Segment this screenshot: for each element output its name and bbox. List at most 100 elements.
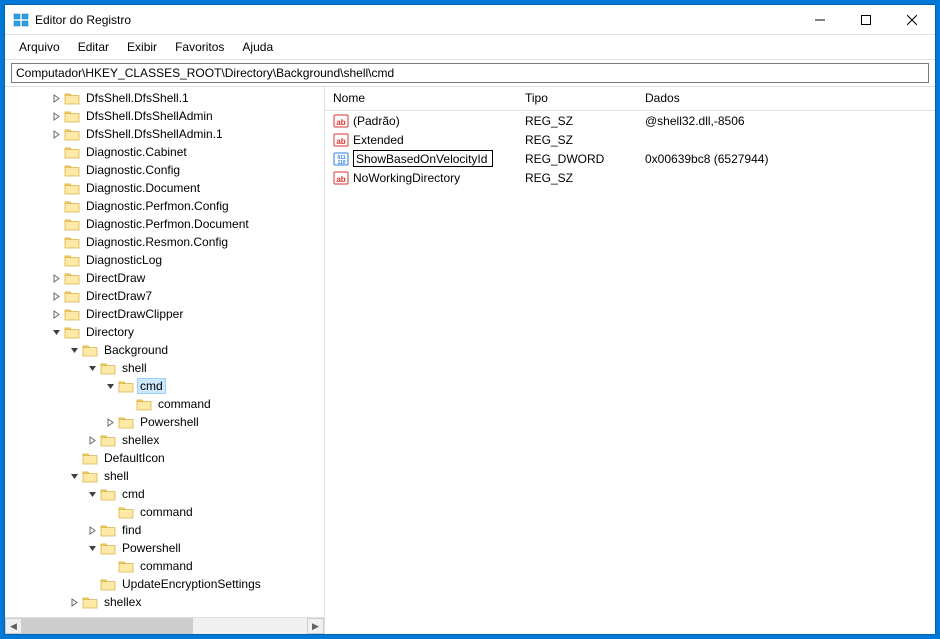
tree-node[interactable]: Diagnostic.Resmon.Config bbox=[7, 233, 324, 251]
column-header-data[interactable]: Dados bbox=[637, 87, 935, 110]
tree-pane[interactable]: DfsShell.DfsShell.1DfsShell.DfsShellAdmi… bbox=[5, 87, 325, 634]
expand-icon[interactable] bbox=[85, 433, 99, 447]
maximize-button[interactable] bbox=[843, 5, 889, 35]
tree-node[interactable]: cmd bbox=[7, 485, 324, 503]
tree-node-label: Diagnostic.Perfmon.Document bbox=[84, 217, 251, 231]
tree-node[interactable]: Diagnostic.Document bbox=[7, 179, 324, 197]
tree-node[interactable]: shell bbox=[7, 359, 324, 377]
tree-node-label: DiagnosticLog bbox=[84, 253, 164, 267]
folder-icon bbox=[64, 325, 80, 339]
tree-node[interactable]: DirectDraw bbox=[7, 269, 324, 287]
folder-icon bbox=[82, 595, 98, 609]
tree-node[interactable]: command bbox=[7, 557, 324, 575]
tree-node[interactable]: DfsShell.DfsShell.1 bbox=[7, 89, 324, 107]
tree-node[interactable]: DfsShell.DfsShellAdmin bbox=[7, 107, 324, 125]
tree-node[interactable]: shellex bbox=[7, 593, 324, 611]
menu-favoritos[interactable]: Favoritos bbox=[167, 37, 232, 57]
tree-node[interactable]: cmd bbox=[7, 377, 324, 395]
tree-node[interactable]: Powershell bbox=[7, 539, 324, 557]
collapse-icon[interactable] bbox=[67, 343, 81, 357]
tree-node-label: find bbox=[120, 523, 143, 537]
expand-icon[interactable] bbox=[49, 271, 63, 285]
value-name-text: Extended bbox=[353, 133, 404, 147]
collapse-icon[interactable] bbox=[85, 541, 99, 555]
values-list-pane[interactable]: Nome Tipo Dados ab(Padrão)REG_SZ@shell32… bbox=[325, 87, 935, 634]
tree-node[interactable]: Diagnostic.Perfmon.Config bbox=[7, 197, 324, 215]
menu-ajuda[interactable]: Ajuda bbox=[234, 37, 281, 57]
tree-node-label: DirectDraw bbox=[84, 271, 147, 285]
tree-node[interactable]: Background bbox=[7, 341, 324, 359]
tree-node-label: Diagnostic.Cabinet bbox=[84, 145, 189, 159]
folder-icon bbox=[136, 397, 152, 411]
tree-node[interactable]: shellex bbox=[7, 431, 324, 449]
menu-editar[interactable]: Editar bbox=[70, 37, 117, 57]
minimize-button[interactable] bbox=[797, 5, 843, 35]
tree-node-label: UpdateEncryptionSettings bbox=[120, 577, 263, 591]
tree-node[interactable]: shell bbox=[7, 467, 324, 485]
window-title: Editor do Registro bbox=[35, 13, 797, 27]
expand-icon[interactable] bbox=[49, 307, 63, 321]
string-value-icon: ab bbox=[333, 170, 349, 186]
tree-node[interactable]: Powershell bbox=[7, 413, 324, 431]
tree-node[interactable]: find bbox=[7, 521, 324, 539]
scroll-right-arrow-icon[interactable]: ▶ bbox=[307, 618, 324, 634]
tree-node[interactable]: DirectDraw7 bbox=[7, 287, 324, 305]
folder-icon bbox=[100, 523, 116, 537]
tree-node[interactable]: DefaultIcon bbox=[7, 449, 324, 467]
collapse-icon[interactable] bbox=[85, 487, 99, 501]
value-name-text: (Padrão) bbox=[353, 114, 400, 128]
tree-node[interactable]: UpdateEncryptionSettings bbox=[7, 575, 324, 593]
collapse-icon[interactable] bbox=[103, 379, 117, 393]
folder-icon bbox=[100, 361, 116, 375]
value-row[interactable]: abNoWorkingDirectoryREG_SZ bbox=[325, 168, 935, 187]
folder-icon bbox=[64, 289, 80, 303]
collapse-icon[interactable] bbox=[67, 469, 81, 483]
expand-icon[interactable] bbox=[103, 415, 117, 429]
folder-icon bbox=[64, 181, 80, 195]
tree-node[interactable]: Diagnostic.Cabinet bbox=[7, 143, 324, 161]
tree-node-label: shell bbox=[120, 361, 149, 375]
tree-node[interactable]: command bbox=[7, 395, 324, 413]
registry-tree[interactable]: DfsShell.DfsShell.1DfsShell.DfsShellAdmi… bbox=[5, 87, 324, 613]
tree-node[interactable]: Diagnostic.Config bbox=[7, 161, 324, 179]
tree-node-label: command bbox=[138, 559, 195, 573]
folder-icon bbox=[64, 127, 80, 141]
expand-icon[interactable] bbox=[85, 523, 99, 537]
tree-node[interactable]: DiagnosticLog bbox=[7, 251, 324, 269]
expand-icon[interactable] bbox=[49, 109, 63, 123]
expand-icon[interactable] bbox=[49, 91, 63, 105]
menu-arquivo[interactable]: Arquivo bbox=[11, 37, 68, 57]
folder-icon bbox=[100, 487, 116, 501]
tree-node[interactable]: DirectDrawClipper bbox=[7, 305, 324, 323]
tree-horizontal-scrollbar[interactable]: ◀ ▶ bbox=[5, 617, 324, 634]
values-list-header[interactable]: Nome Tipo Dados bbox=[325, 87, 935, 111]
expand-icon[interactable] bbox=[67, 595, 81, 609]
value-row[interactable]: abExtendedREG_SZ bbox=[325, 130, 935, 149]
scroll-left-arrow-icon[interactable]: ◀ bbox=[5, 618, 22, 634]
tree-node[interactable]: command bbox=[7, 503, 324, 521]
close-button[interactable] bbox=[889, 5, 935, 35]
column-header-name[interactable]: Nome bbox=[325, 87, 517, 110]
tree-node[interactable]: DfsShell.DfsShellAdmin.1 bbox=[7, 125, 324, 143]
folder-icon bbox=[64, 145, 80, 159]
value-row[interactable]: 011110REG_DWORD0x00639bc8 (6527944) bbox=[325, 149, 935, 168]
value-data-cell bbox=[637, 177, 935, 179]
tree-node[interactable]: Diagnostic.Perfmon.Document bbox=[7, 215, 324, 233]
expand-icon[interactable] bbox=[49, 127, 63, 141]
collapse-icon[interactable] bbox=[85, 361, 99, 375]
collapse-icon[interactable] bbox=[49, 325, 63, 339]
folder-icon bbox=[64, 307, 80, 321]
menu-exibir[interactable]: Exibir bbox=[119, 37, 165, 57]
tree-node-label: Directory bbox=[84, 325, 136, 339]
expand-icon[interactable] bbox=[49, 289, 63, 303]
value-name-cell: abNoWorkingDirectory bbox=[325, 169, 517, 187]
address-input[interactable] bbox=[11, 63, 929, 83]
column-header-type[interactable]: Tipo bbox=[517, 87, 637, 110]
tree-node-label: DefaultIcon bbox=[102, 451, 167, 465]
dword-value-icon: 011110 bbox=[333, 151, 349, 167]
value-row[interactable]: ab(Padrão)REG_SZ@shell32.dll,-8506 bbox=[325, 111, 935, 130]
folder-icon bbox=[100, 541, 116, 555]
tree-node[interactable]: Directory bbox=[7, 323, 324, 341]
folder-icon bbox=[82, 451, 98, 465]
rename-value-input[interactable] bbox=[353, 150, 493, 167]
